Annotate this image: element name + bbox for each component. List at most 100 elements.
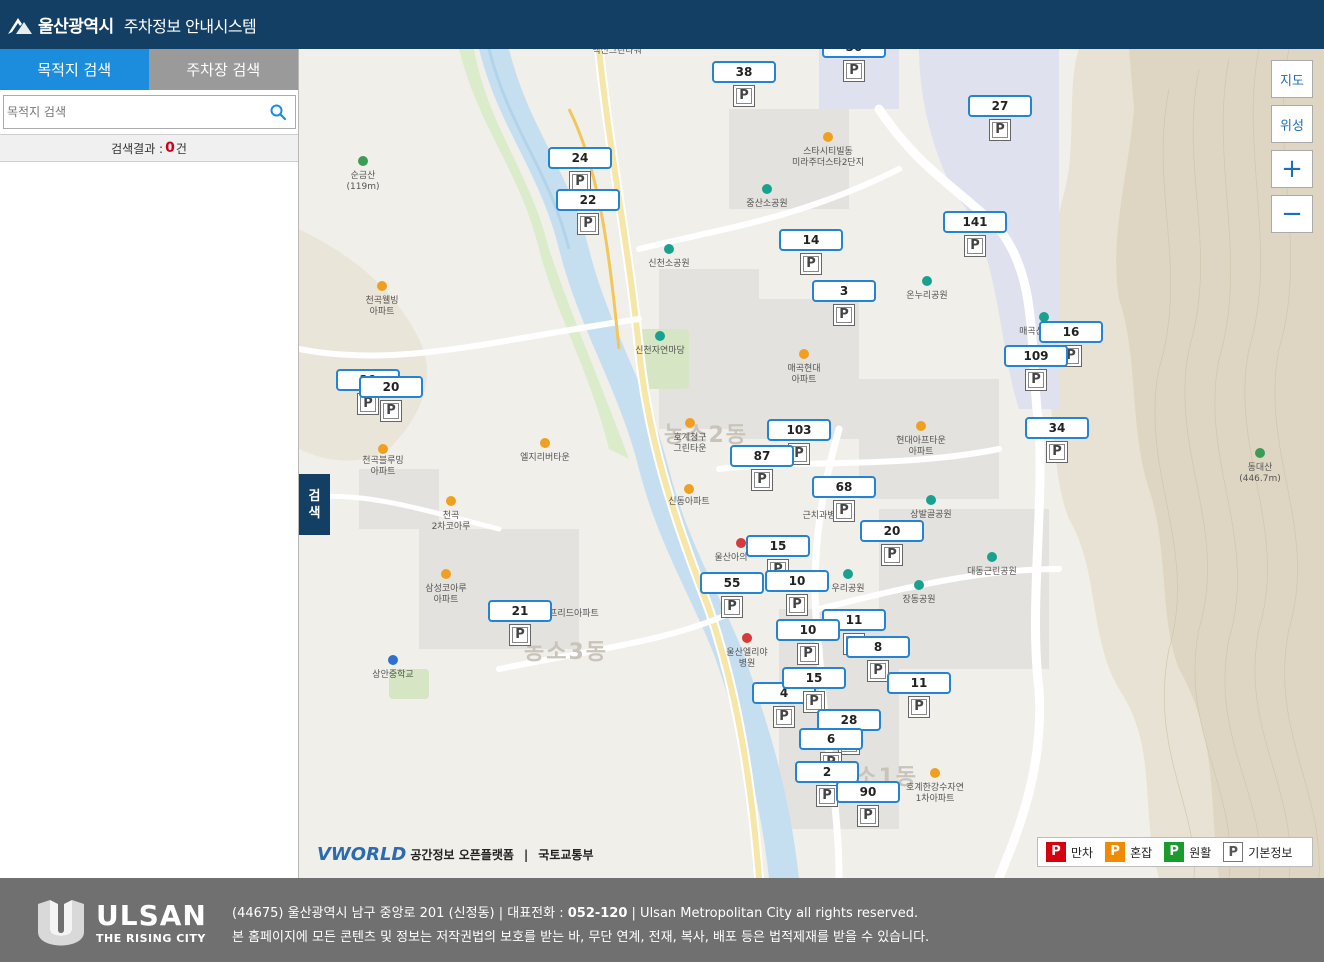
parking-marker[interactable]: 15P	[746, 535, 810, 581]
result-prefix: 검색결과 :	[111, 141, 164, 156]
footer-address-line: (44675) 울산광역시 남구 중앙로 201 (신정동) | 대표전화 : …	[232, 902, 929, 926]
parking-marker[interactable]: 11P	[887, 672, 951, 718]
parking-icon[interactable]: P	[733, 85, 755, 107]
parking-icon[interactable]: P	[797, 643, 819, 665]
parking-icon[interactable]: P	[577, 213, 599, 235]
parking-marker[interactable]: 87 P	[730, 445, 794, 491]
poi-label: 장동공원	[902, 595, 936, 605]
parking-icon[interactable]: P	[833, 304, 855, 326]
parking-marker[interactable]: 16 P	[1039, 321, 1103, 367]
footer-info: (44675) 울산광역시 남구 중앙로 201 (신정동) | 대표전화 : …	[232, 902, 929, 950]
poi-label: 신동아파트	[668, 497, 710, 507]
brand-name[interactable]: 울산광역시	[38, 12, 114, 37]
parking-marker[interactable]: 90 P	[836, 781, 900, 827]
parking-icon[interactable]: P	[786, 594, 808, 616]
parking-marker[interactable]: 8P	[846, 636, 910, 682]
parking-count-label: 21	[488, 600, 552, 622]
map-basemap	[299, 49, 1324, 878]
apartment-icon	[916, 421, 926, 431]
parking-marker[interactable]: 20P	[359, 376, 423, 422]
parking-icon[interactable]: P	[989, 119, 1011, 141]
parking-marker[interactable]: 141 P	[943, 211, 1007, 257]
parking-count-label: 15	[746, 535, 810, 557]
parking-icon[interactable]: P	[1025, 369, 1047, 391]
parking-marker[interactable]: 10 P	[776, 619, 840, 665]
footer-copyright: | Ulsan Metropolitan City all rights res…	[627, 906, 919, 921]
parking-icon[interactable]: P	[773, 706, 795, 728]
parking-marker[interactable]: 34 P	[1025, 417, 1089, 463]
hospital-icon	[742, 633, 752, 643]
map-view[interactable]: 농소2동 농소3동 농소1동 순금산 (119m) 스타시티빌동 미라주더스타2단지…	[299, 49, 1324, 878]
parking-count-label: 38	[712, 61, 776, 83]
parking-marker[interactable]: 11P	[822, 609, 886, 655]
poi-label: 대동근린공원	[967, 567, 1017, 577]
parking-icon[interactable]: P	[908, 696, 930, 718]
legend-full: P 만차	[1046, 842, 1093, 862]
parking-marker[interactable]: 68 P	[812, 476, 876, 522]
search-icon[interactable]	[269, 103, 287, 121]
parking-icon[interactable]: P	[1046, 441, 1068, 463]
ulsan-u-logo-icon	[38, 900, 84, 946]
parking-count-label: 141	[943, 211, 1007, 233]
apartment-icon	[823, 132, 833, 142]
parking-marker[interactable]: 24 P	[548, 147, 612, 193]
parking-marker[interactable]: 10 P	[765, 570, 829, 616]
parking-count-label: 14	[779, 229, 843, 251]
parking-count-label: 68	[812, 476, 876, 498]
poi-label: 천곡웰빙 아파트	[365, 296, 399, 317]
parking-marker[interactable]: 3P	[812, 280, 876, 326]
parking-icon[interactable]: P	[833, 500, 855, 522]
parking-marker[interactable]: 21 P	[488, 600, 552, 646]
parking-marker[interactable]: 103 P	[767, 419, 831, 465]
parking-icon[interactable]: P	[380, 400, 402, 422]
zoom-in-button[interactable]: +	[1271, 150, 1313, 188]
vworld-logo[interactable]: VWORLD	[317, 844, 406, 865]
parking-count-label: 34	[1025, 417, 1089, 439]
parking-marker[interactable]: 4P	[752, 682, 816, 728]
parking-count-label: 109	[1004, 345, 1068, 367]
footer-logo: ULSAN THE RISING CITY	[36, 898, 207, 948]
parking-marker[interactable]: 22 P	[556, 189, 620, 235]
tab-parking-search[interactable]: 주차장 검색	[148, 49, 298, 90]
legend-label: 기본정보	[1248, 845, 1293, 860]
parking-marker[interactable]: 6P	[799, 728, 863, 774]
parking-marker[interactable]: 55 P	[700, 572, 764, 618]
parking-available-icon: P	[1164, 842, 1185, 862]
parking-marker[interactable]: 2P	[795, 761, 859, 807]
parking-icon[interactable]: P	[964, 235, 986, 257]
apartment-icon	[930, 768, 940, 778]
destination-search-input[interactable]	[4, 96, 254, 128]
map-mode-button[interactable]: 지도	[1271, 60, 1313, 98]
parking-icon[interactable]: P	[509, 624, 531, 646]
parking-marker[interactable]: 30 P	[822, 49, 886, 82]
mountain-icon	[1255, 448, 1265, 458]
satellite-mode-button[interactable]: 위성	[1271, 105, 1313, 143]
park-icon	[664, 244, 674, 254]
parking-marker[interactable]: 109 P	[1004, 345, 1068, 391]
poi-label: 삼성코아루 아파트	[425, 584, 467, 605]
parking-icon[interactable]: P	[751, 469, 773, 491]
legend-label: 혼잡	[1130, 845, 1153, 860]
search-result-summary: 검색결과 : 0 건	[0, 134, 298, 162]
parking-icon[interactable]: P	[867, 660, 889, 682]
parking-marker[interactable]: 27 P	[968, 95, 1032, 141]
parking-full-icon: P	[1046, 842, 1066, 862]
parking-marker[interactable]: 14 P	[779, 229, 843, 275]
parking-icon[interactable]: P	[816, 785, 838, 807]
parking-marker[interactable]: 38 P	[712, 61, 776, 107]
parking-icon[interactable]: P	[881, 544, 903, 566]
toggle-char: 검	[308, 488, 321, 504]
parking-count-label: 24	[548, 147, 612, 169]
poi-label: 현대아프타운 아파트	[896, 436, 946, 457]
parking-icon[interactable]: P	[843, 60, 865, 82]
tab-destination-search[interactable]: 목적지 검색	[0, 49, 149, 90]
parking-count-label: 8	[846, 636, 910, 658]
parking-marker[interactable]: 20P	[860, 520, 924, 566]
parking-icon[interactable]: P	[857, 805, 879, 827]
sidebar-toggle-button[interactable]: 검 색	[299, 474, 330, 535]
parking-marker[interactable]: 15P	[782, 667, 846, 713]
parking-icon[interactable]: P	[721, 596, 743, 618]
parking-icon[interactable]: P	[800, 253, 822, 275]
zoom-out-button[interactable]: −	[1271, 195, 1313, 233]
parking-count-label: 90	[836, 781, 900, 803]
